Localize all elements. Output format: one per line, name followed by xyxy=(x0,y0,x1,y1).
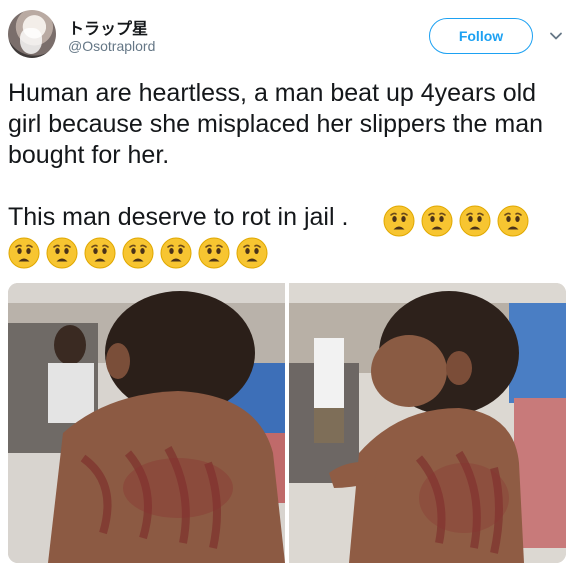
anguished-face-icon xyxy=(459,205,491,237)
photo-girl-back[interactable] xyxy=(8,283,285,563)
avatar[interactable] xyxy=(8,10,56,58)
emoji-row xyxy=(383,205,543,241)
anguished-face-icon xyxy=(8,237,40,269)
chevron-down-icon[interactable] xyxy=(549,29,563,43)
follow-button[interactable]: Follow xyxy=(429,18,533,54)
anguished-face-icon xyxy=(84,237,116,269)
photo-right-illustration xyxy=(289,283,566,563)
display-name[interactable]: トラップ星 xyxy=(68,15,148,39)
photo-left-illustration xyxy=(8,283,285,563)
anguished-face-icon xyxy=(46,237,78,269)
anguished-face-icon xyxy=(122,237,154,269)
emoji-row xyxy=(8,237,288,273)
anguished-face-icon xyxy=(383,205,415,237)
tweet-paragraph-1: Human are heartless, a man beat up 4year… xyxy=(8,79,543,169)
anguished-face-icon xyxy=(497,205,529,237)
anguished-face-icon xyxy=(198,237,230,269)
user-handle[interactable]: @Osotraplord xyxy=(68,38,155,54)
photo-girl-side[interactable] xyxy=(289,283,566,563)
avatar-figure xyxy=(20,28,42,54)
anguished-face-icon xyxy=(421,205,453,237)
anguished-face-icon xyxy=(160,237,192,269)
photo-grid xyxy=(8,283,566,563)
anguished-face-icon xyxy=(236,237,268,269)
